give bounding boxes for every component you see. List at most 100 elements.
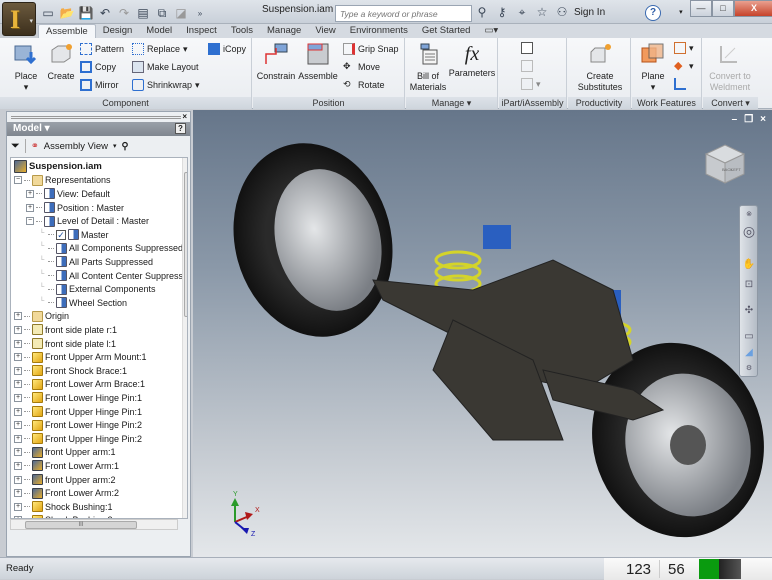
tree-node[interactable]: + front Upper arm:2 [14, 473, 116, 487]
settings-icon[interactable]: ⚙ [742, 362, 756, 376]
convert-panel-label[interactable]: Convert ▾ [703, 97, 758, 109]
replace-button[interactable]: Replace ▾ [132, 42, 188, 56]
assembly-view-dropdown[interactable]: Assembly View [44, 141, 108, 152]
tab-environments[interactable]: Environments [343, 24, 415, 38]
expand-icon[interactable]: + [14, 380, 22, 389]
tree-node[interactable]: + front side plate l:1 [14, 337, 116, 351]
copy-icon[interactable]: ⧉ [154, 5, 170, 21]
tab-inspect[interactable]: Inspect [179, 24, 224, 38]
tree-node[interactable]: + Front Upper Hinge Pin:1 [14, 405, 142, 419]
tab-assemble[interactable]: Assemble [38, 24, 96, 38]
horizontal-scrollbar[interactable]: III [10, 519, 178, 530]
expand-icon[interactable]: + [14, 489, 22, 498]
expand-icon[interactable]: + [26, 189, 34, 198]
tree-node[interactable]: + Front Lower Arm Brace:1 [14, 378, 145, 392]
tab-view[interactable]: View [308, 24, 342, 38]
work-axis-button[interactable]: ▾ [674, 41, 694, 55]
close-button[interactable]: X [734, 0, 772, 17]
tree-node[interactable]: + Front Upper Arm Mount:1 [14, 350, 147, 364]
expand-icon[interactable]: + [14, 393, 22, 402]
work-point-button[interactable]: ◆ ▾ [674, 59, 694, 73]
expand-icon[interactable]: + [14, 502, 22, 511]
tree-node[interactable]: + Front Shock Brace:1 [14, 364, 127, 378]
copy-button[interactable]: Copy [80, 60, 116, 74]
tree-node[interactable]: └ All Parts Suppressed [38, 255, 153, 269]
constrain-button[interactable]: Constrain [256, 42, 296, 82]
pan-icon[interactable]: ✋ [742, 258, 756, 272]
help-icon[interactable]: ? [175, 123, 186, 134]
tab-get-started[interactable]: Get Started [415, 24, 478, 38]
star-icon[interactable]: ☆ [534, 4, 550, 20]
checkmark-icon[interactable]: ✓ [56, 229, 66, 240]
expand-icon[interactable]: + [14, 339, 22, 348]
orbit-icon[interactable]: ✣ [742, 304, 756, 318]
expand-icon[interactable]: + [14, 421, 22, 430]
tree-node[interactable]: └ ✓ Master [38, 228, 109, 242]
rotate-button[interactable]: ⟲ Rotate [343, 78, 385, 92]
create-ipart-button[interactable] [521, 41, 533, 55]
expand-icon[interactable]: + [14, 366, 22, 375]
scrollbar-thumb[interactable]: III [25, 521, 137, 529]
make-layout-button[interactable]: Make Layout [132, 60, 199, 74]
help-button[interactable]: ? [645, 5, 661, 21]
move-button[interactable]: ✥ Move [343, 60, 380, 74]
expand-icon[interactable]: + [14, 407, 22, 416]
tree-node[interactable]: + front Upper arm:1 [14, 446, 116, 460]
plane-button[interactable]: Plane ▾ [636, 42, 670, 93]
tree-node[interactable]: + Shock Bushing:1 [14, 500, 113, 514]
place-button[interactable]: Place ▾ [8, 42, 44, 93]
expand-icon[interactable]: + [14, 353, 22, 362]
view-face-icon[interactable]: ◢ [742, 346, 756, 360]
ucs-button[interactable] [674, 77, 686, 91]
graphics-viewport[interactable]: – ❐ × BACK LEFT ⊗ ◎ ✋ ⊡ ✣ ▭ ◢ ⚙ Y X Z [193, 110, 772, 557]
create-substitutes-button[interactable]: Create Substitutes [571, 42, 629, 93]
ribbon-options-button[interactable]: ▭▾ [477, 24, 505, 38]
tree-node[interactable]: + View: Default [26, 187, 110, 201]
properties-icon[interactable]: ▤ [135, 5, 151, 21]
tree-node[interactable]: + front side plate r:1 [14, 323, 117, 337]
shrinkwrap-button[interactable]: Shrinkwrap ▾ [132, 78, 200, 92]
restore-view-icon[interactable]: ❐ [744, 114, 753, 125]
expand-icon[interactable]: + [14, 461, 22, 470]
grip-snap-button[interactable]: Grip Snap [343, 42, 399, 56]
bill-of-materials-button[interactable]: Bill of Materials [408, 42, 448, 93]
new-icon[interactable]: ▭ [40, 5, 56, 21]
tab-model[interactable]: Model [139, 24, 179, 38]
maximize-button[interactable]: □ [712, 0, 734, 17]
parameters-button[interactable]: fx Parameters [448, 42, 496, 79]
expand-icon[interactable]: + [14, 448, 22, 457]
close-view-icon[interactable]: × [760, 114, 766, 125]
tree-node[interactable]: └ All Content Center Suppressed [38, 269, 187, 283]
tree-node[interactable]: + Front Lower Arm:2 [14, 486, 119, 500]
look-at-icon[interactable]: ▭ [742, 330, 756, 344]
expand-icon[interactable]: + [14, 325, 22, 334]
key-icon[interactable]: ⚷ [494, 4, 510, 20]
tree-node[interactable]: − Level of Detail : Master [26, 214, 149, 228]
open-icon[interactable]: 📂 [59, 5, 75, 21]
appearance-icon[interactable]: ◪ [173, 5, 189, 21]
binoculars-icon[interactable]: ⚲ [474, 4, 490, 20]
tree-node[interactable]: └ External Components [38, 282, 156, 296]
more-icon[interactable]: » [192, 5, 208, 21]
save-icon[interactable]: 💾 [78, 5, 94, 21]
tree-node[interactable]: + Front Lower Arm:1 [14, 459, 119, 473]
tab-design[interactable]: Design [96, 24, 140, 38]
create-button[interactable]: Create [46, 42, 76, 82]
pattern-button[interactable]: Pattern [80, 42, 124, 56]
collapse-icon[interactable]: − [26, 217, 34, 226]
tab-tools[interactable]: Tools [224, 24, 260, 38]
expand-icon[interactable]: + [26, 203, 34, 212]
tree-node[interactable]: Suspension.iam [14, 160, 102, 174]
zoom-icon[interactable]: ⊡ [742, 278, 756, 292]
tree-node[interactable]: └ All Components Suppressed [38, 242, 183, 256]
mirror-button[interactable]: Mirror [80, 78, 119, 92]
filter-icon[interactable]: ⏷ [11, 140, 20, 153]
tree-node[interactable]: + Front Upper Hinge Pin:2 [14, 432, 142, 446]
manage-panel-label[interactable]: Manage ▾ [406, 97, 497, 109]
vertical-scrollbar[interactable] [182, 158, 187, 518]
chevron-down-icon[interactable]: ▾ [679, 8, 683, 16]
icopy-button[interactable]: iCopy [208, 42, 246, 56]
tree-node[interactable]: + Front Lower Hinge Pin:2 [14, 418, 142, 432]
minimize-button[interactable]: — [690, 0, 712, 17]
minimize-view-icon[interactable]: – [732, 114, 738, 125]
